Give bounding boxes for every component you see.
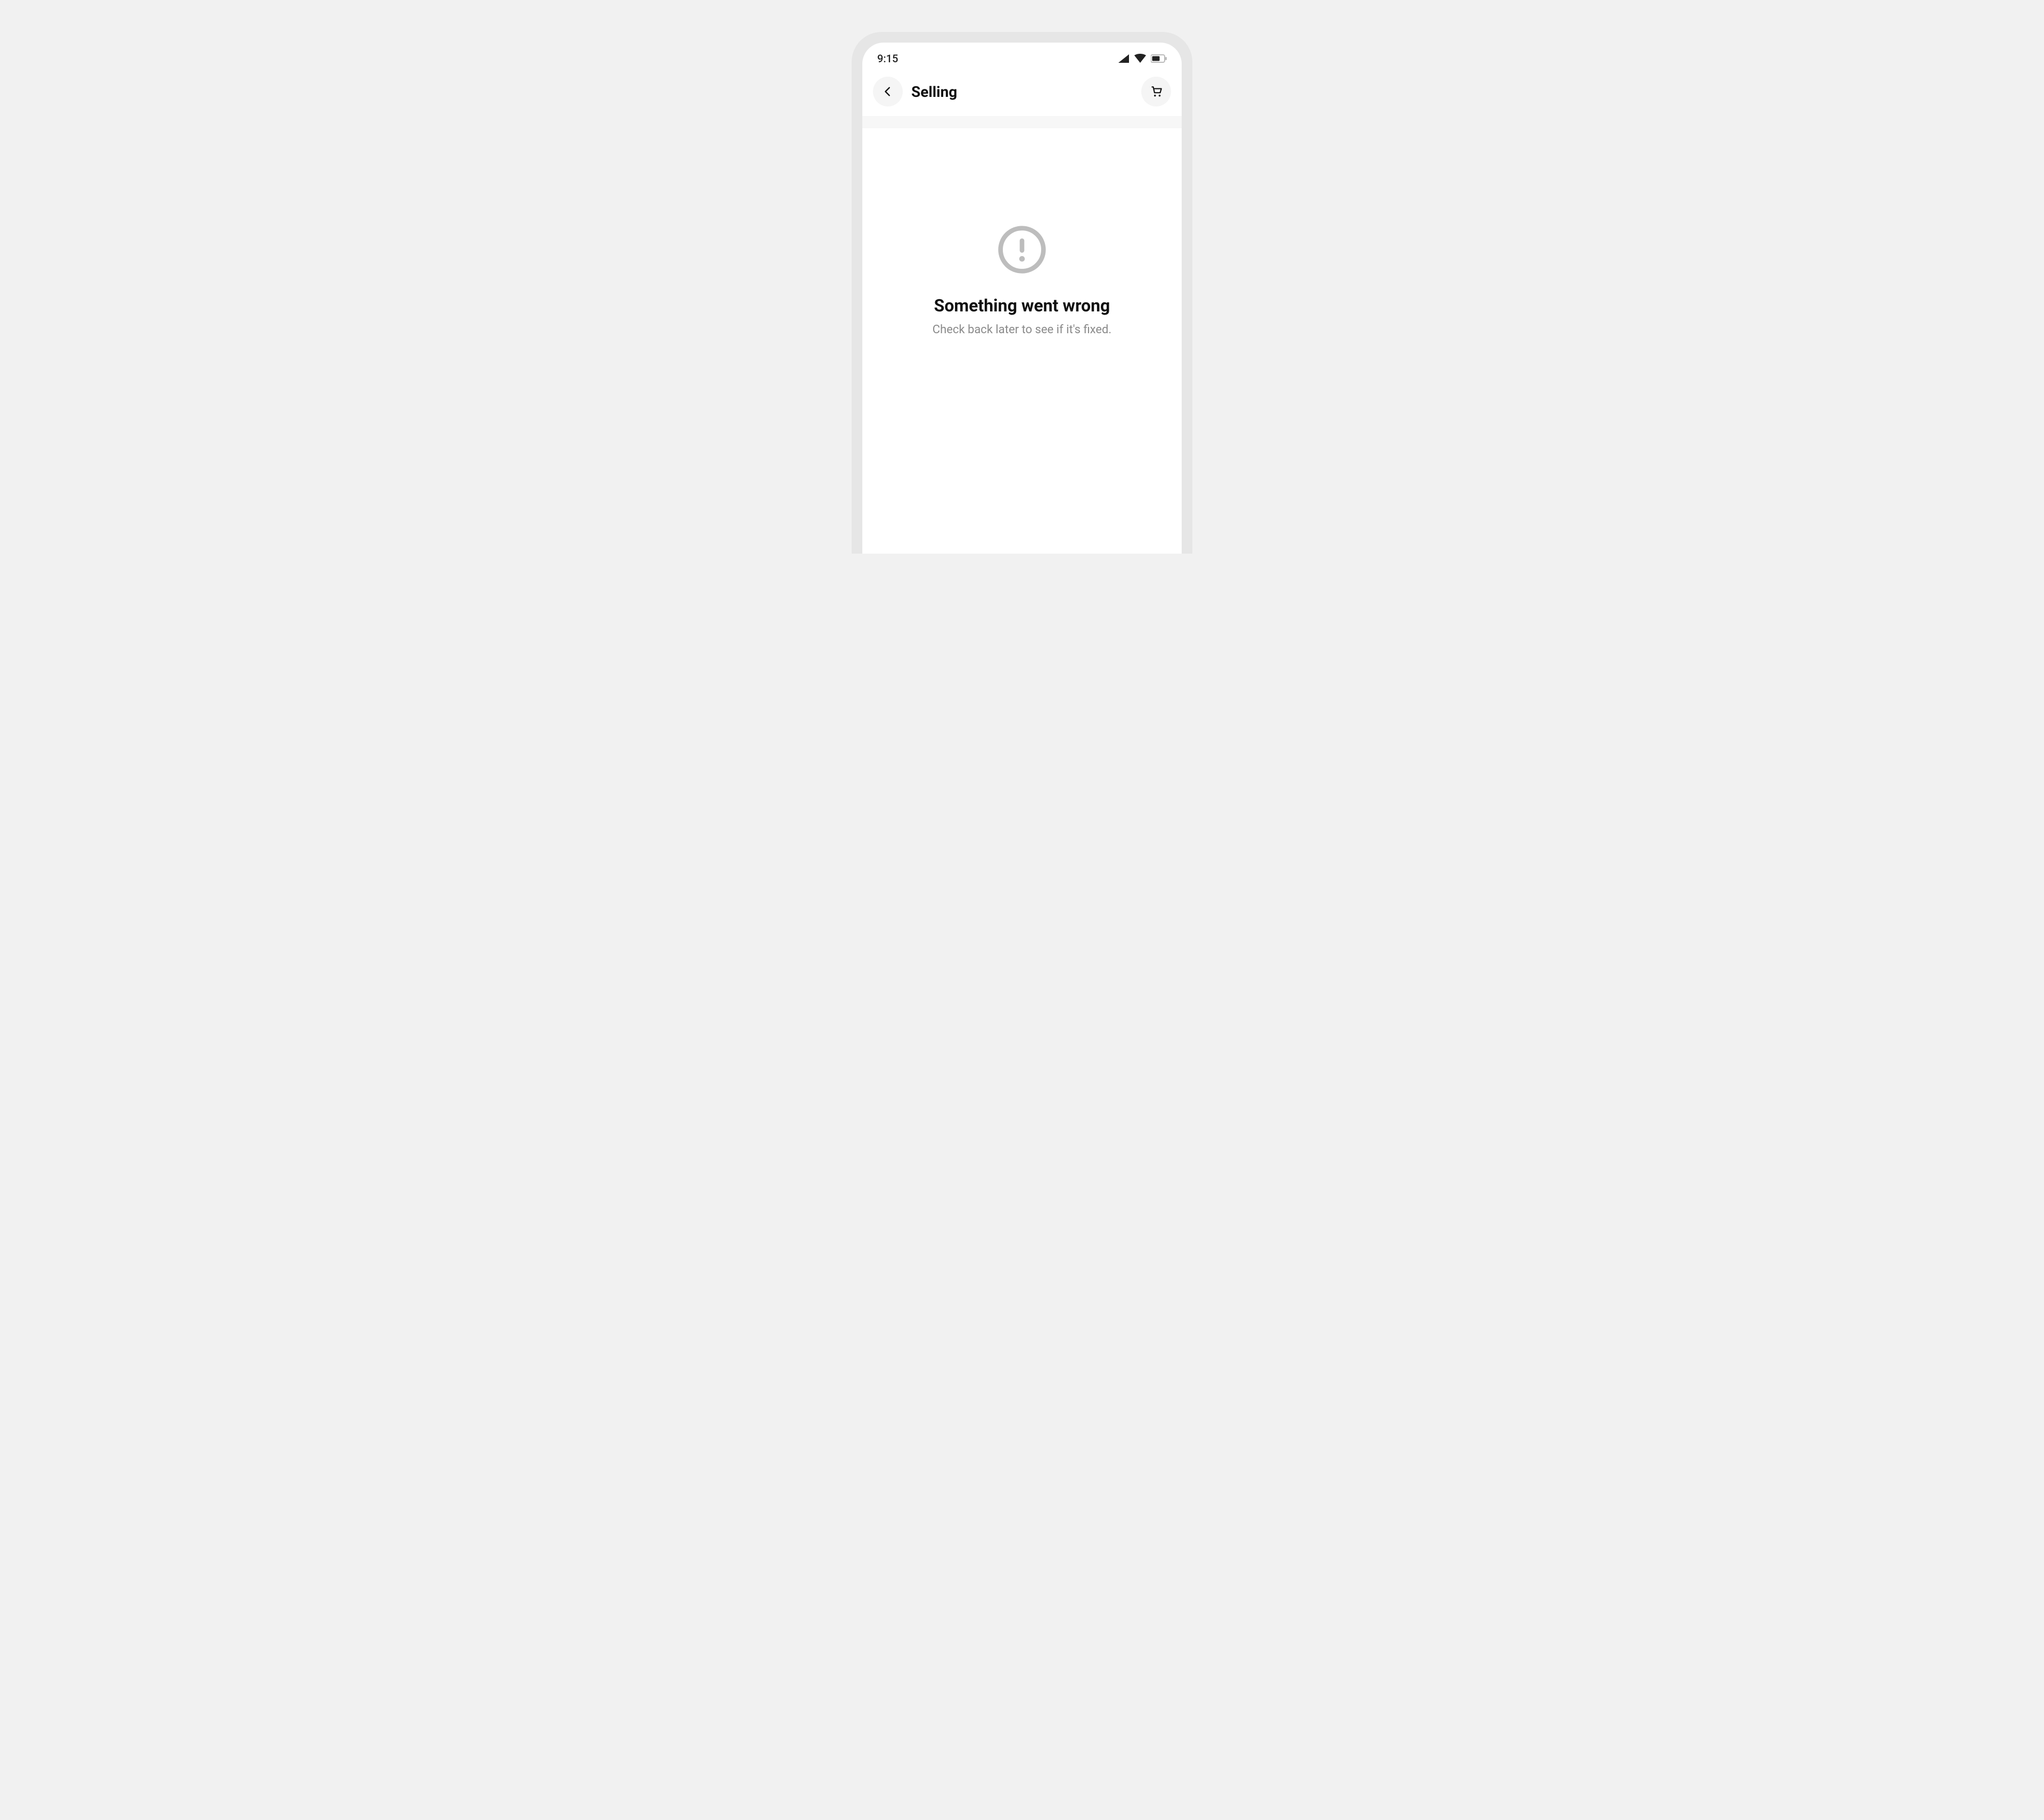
cart-button[interactable] [1141,77,1171,106]
device-frame: 9:15 [852,32,1192,554]
status-bar: 9:15 [862,43,1182,69]
status-icons [1118,54,1167,63]
wifi-icon [1134,54,1147,63]
page-title: Selling [911,83,1133,101]
app-bar: Selling [862,69,1182,117]
error-panel: Something went wrong Check back later to… [862,128,1182,554]
cart-icon [1149,85,1163,98]
divider-strip [862,117,1182,128]
error-subtext: Check back later to see if it's fixed. [933,323,1111,336]
error-heading: Something went wrong [934,295,1110,316]
battery-icon [1151,54,1167,63]
alert-circle-icon [996,224,1048,277]
back-button[interactable] [873,77,903,106]
cellular-signal-icon [1118,54,1130,63]
device-screen: 9:15 [862,43,1182,554]
status-time: 9:15 [877,52,898,65]
chevron-left-icon [882,86,894,97]
